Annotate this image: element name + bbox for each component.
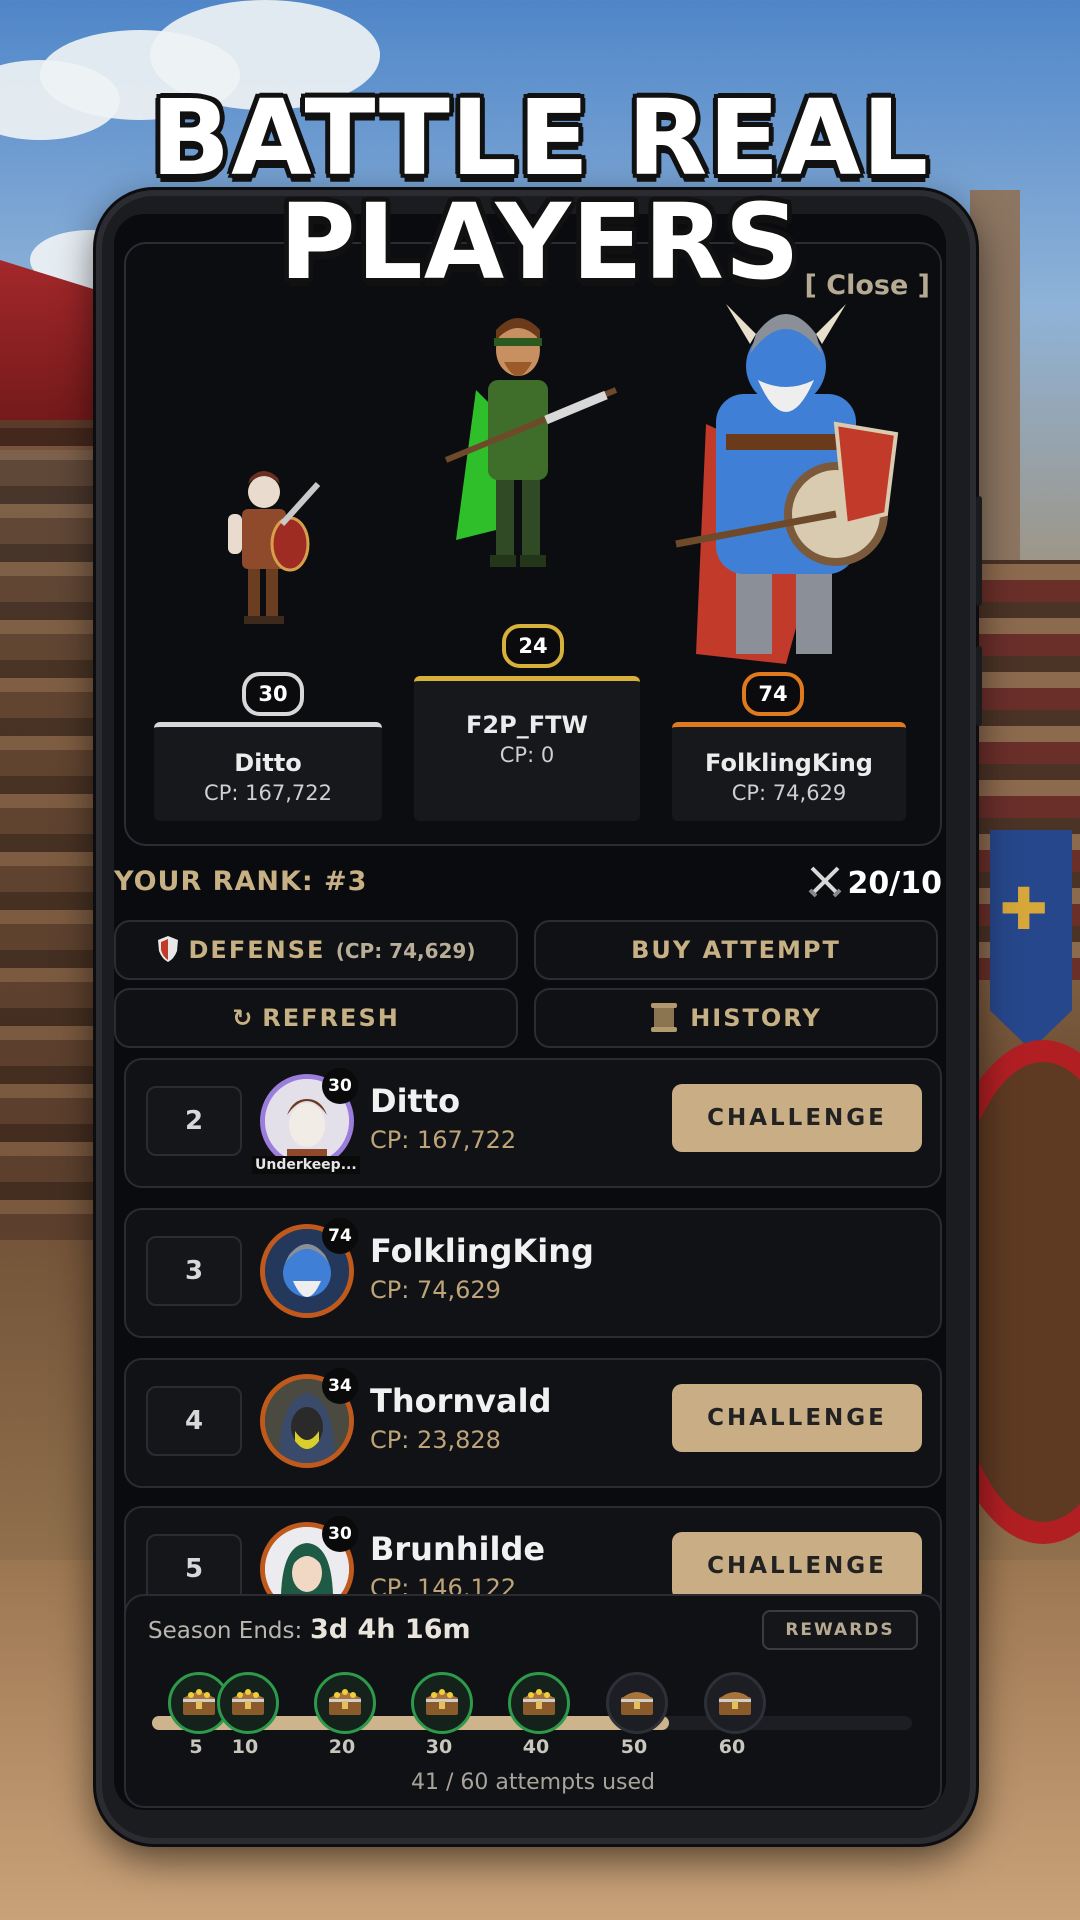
milestone-label: 40 — [522, 1736, 550, 1758]
level-badge: 30 — [322, 1068, 358, 1104]
milestone-label: 60 — [718, 1736, 746, 1758]
podium-name-3: FolklingKing — [705, 749, 873, 777]
player-row-rank-4: 4 34 Thornvald CP: 23,828 CHALLENGE — [124, 1358, 942, 1488]
player-row-rank-3: 3 74 FolklingKing CP: 74,629 — [124, 1208, 942, 1338]
podium-hero-3 — [666, 284, 906, 684]
podium-cp-2: CP: 0 — [499, 743, 555, 767]
challenge-button[interactable]: CHALLENGE — [672, 1532, 922, 1600]
milestone-chest[interactable] — [606, 1672, 668, 1734]
podium-pedestal-3[interactable]: FolklingKing CP: 74,629 — [672, 722, 906, 821]
attempts-counter: 20/10 — [808, 864, 942, 901]
player-name: Ditto — [370, 1082, 461, 1120]
milestone-chest[interactable] — [314, 1672, 376, 1734]
headline: BATTLE REAL PLAYERS — [150, 77, 930, 303]
podium-pedestal-2[interactable]: F2P_FTW CP: 0 — [414, 676, 640, 821]
rewards-button[interactable]: REWARDS — [762, 1610, 918, 1650]
player-cp: CP: 74,629 — [370, 1276, 501, 1304]
refresh-button[interactable]: ↻ REFRESH — [114, 988, 518, 1048]
rank-number: 2 — [146, 1086, 242, 1156]
treasure-chest-icon — [719, 1692, 751, 1715]
podium-hero-2 — [426, 300, 626, 580]
podium-level-2: 24 — [502, 624, 564, 668]
milestone-label: 10 — [231, 1736, 259, 1758]
refresh-icon: ↻ — [232, 1004, 255, 1032]
rank-number: 4 — [146, 1386, 242, 1456]
treasure-chest-icon — [523, 1689, 555, 1715]
buy-attempt-button[interactable]: BUY ATTEMPT — [534, 920, 938, 980]
player-cp: CP: 23,828 — [370, 1426, 501, 1454]
milestone-chest[interactable] — [217, 1672, 279, 1734]
player-cp: CP: 167,722 — [370, 1126, 517, 1154]
attempts-used: 41 / 60 attempts used — [410, 1770, 656, 1795]
defense-cp: (CP: 74,629) — [335, 939, 476, 963]
milestone-label: 20 — [328, 1736, 356, 1758]
season-panel: Season Ends: 3d 4h 16m REWARDS 5 10 20 30 40… — [124, 1594, 942, 1808]
level-badge: 74 — [322, 1218, 358, 1254]
treasure-chest-icon — [232, 1689, 264, 1715]
season-ends-label: Season Ends: — [148, 1618, 303, 1644]
podium-name-1: Ditto — [234, 749, 302, 777]
scroll-icon — [651, 1003, 678, 1032]
shield-icon — [157, 936, 178, 962]
milestone-label: 30 — [425, 1736, 453, 1758]
player-name: Thornvald — [370, 1382, 552, 1420]
level-badge: 30 — [322, 1516, 358, 1552]
rank-row: YOUR RANK: #3 20/10 — [114, 862, 946, 902]
milestone-chest[interactable] — [508, 1672, 570, 1734]
treasure-chest-icon — [183, 1689, 215, 1715]
milestone-label: 50 — [620, 1736, 648, 1758]
treasure-chest-icon — [426, 1689, 458, 1715]
podium-pedestal-1[interactable]: Ditto CP: 167,722 — [154, 722, 382, 821]
challenge-button[interactable]: CHALLENGE — [672, 1084, 922, 1152]
player-name: Brunhilde — [370, 1530, 546, 1568]
podium: [ Close ] 30 Ditto CP: 167,722 24 F2P_FT… — [124, 242, 942, 846]
podium-hero-1 — [206, 454, 326, 634]
attempts-value: 20/10 — [847, 866, 942, 901]
player-name: FolklingKing — [370, 1232, 594, 1270]
guild-name: Underkeep... — [252, 1156, 360, 1174]
player-row-rank-2: 2 30 Underkeep... Ditto CP: 167,722 CHAL… — [124, 1058, 942, 1188]
season-countdown: 3d 4h 16m — [310, 1614, 471, 1645]
defense-label: DEFENSE — [188, 936, 326, 964]
history-label: HISTORY — [690, 1004, 822, 1032]
history-button[interactable]: HISTORY — [534, 988, 938, 1048]
phone-frame: [ Close ] 30 Ditto CP: 167,722 24 F2P_FT… — [96, 190, 982, 1844]
podium-level-3: 74 — [742, 672, 804, 716]
milestone-chest[interactable] — [411, 1672, 473, 1734]
crossed-swords-icon — [808, 866, 841, 898]
challenge-button[interactable]: CHALLENGE — [672, 1384, 922, 1452]
podium-cp-1: CP: 167,722 — [204, 781, 332, 805]
treasure-chest-icon — [621, 1692, 653, 1715]
refresh-label: REFRESH — [262, 1004, 400, 1032]
your-rank: YOUR RANK: #3 — [114, 866, 368, 897]
milestone-chest[interactable] — [704, 1672, 766, 1734]
level-badge: 34 — [322, 1368, 358, 1404]
podium-name-2: F2P_FTW — [466, 711, 588, 739]
arena-screen: [ Close ] 30 Ditto CP: 167,722 24 F2P_FT… — [114, 214, 946, 1810]
treasure-chest-icon — [329, 1689, 361, 1715]
rank-number: 3 — [146, 1236, 242, 1306]
podium-cp-3: CP: 74,629 — [731, 781, 847, 805]
milestone-label: 5 — [189, 1736, 203, 1758]
defense-button[interactable]: DEFENSE (CP: 74,629) — [114, 920, 518, 980]
podium-level-1: 30 — [242, 672, 304, 716]
